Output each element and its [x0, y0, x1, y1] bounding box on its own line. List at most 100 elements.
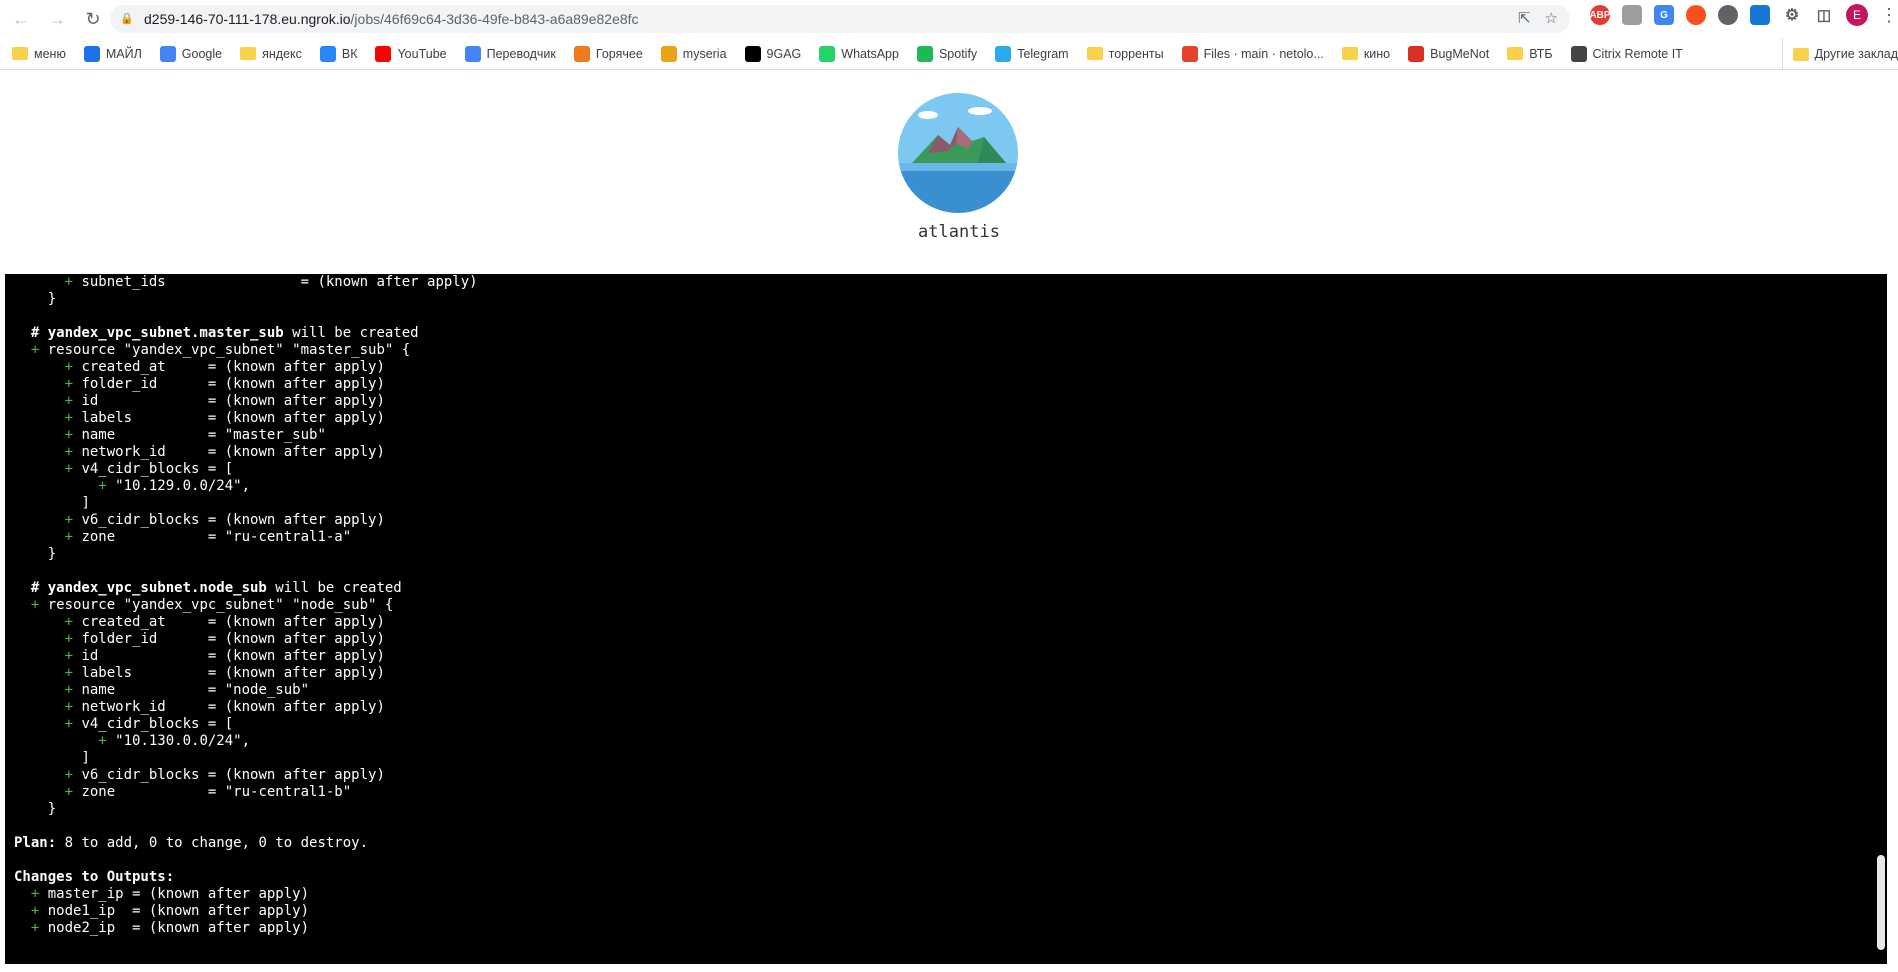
bookmark-item[interactable]: WhatsApp [819, 45, 899, 62]
sidepanel-icon[interactable]: ◫ [1814, 5, 1834, 25]
globe-icon[interactable] [1718, 5, 1738, 25]
bookmark-label: Citrix Remote IT [1592, 46, 1683, 61]
bookmark-item[interactable]: YouTube [375, 45, 447, 62]
bookmark-item[interactable]: кино [1341, 46, 1391, 61]
bookmark-item[interactable]: Telegram [995, 45, 1069, 62]
bookmark-label: ВТБ [1529, 46, 1553, 61]
bookmark-label: Горячее [595, 46, 643, 61]
bookmark-item[interactable]: Citrix Remote IT [1570, 45, 1683, 62]
plus-marker: + [64, 648, 74, 664]
puzzle-icon[interactable]: ⚙ [1782, 5, 1802, 25]
google-icon [159, 45, 176, 62]
pikabu-icon [573, 45, 590, 62]
app-title: atlantis [918, 222, 1000, 242]
terminal-line: + v4_cidr_blocks = [ [14, 716, 1887, 733]
terminal-text-segment: master_ip = (known after apply) [39, 886, 310, 902]
page-bottom [0, 964, 1898, 972]
translate-icon [464, 45, 481, 62]
folder-icon [1507, 47, 1524, 60]
bookmark-item[interactable]: ВК [319, 45, 357, 62]
share-icon[interactable]: ⇱ [1518, 9, 1531, 27]
terminal-line: + "10.130.0.0/24", [14, 733, 1887, 750]
plus-marker: + [64, 767, 74, 783]
adblock-icon[interactable]: ABP [1589, 5, 1611, 25]
terminal-line: # yandex_vpc_subnet.node_sub will be cre… [14, 580, 1887, 597]
scrollbar[interactable] [1875, 274, 1887, 964]
bookmark-item[interactable]: Горячее [573, 45, 643, 62]
terminal-text: + subnet_ids = (known after apply) } # y… [5, 274, 1887, 937]
terminal-text-segment: id = (known after apply) [73, 648, 385, 664]
terminal-text-segment: network_id = (known after apply) [73, 699, 385, 715]
bookmark-item[interactable]: Spotify [916, 45, 978, 62]
address-bar[interactable]: 🔒 d259-146-70-111-178.eu.ngrok.io/jobs/4… [110, 5, 1570, 33]
red-ext-icon[interactable] [1686, 5, 1706, 25]
terminal-text-segment: v6_cidr_blocks = (known after apply) [73, 767, 385, 783]
myseria-icon [660, 45, 677, 62]
bookmark-item[interactable]: myseria [660, 45, 727, 62]
terminal-text-segment: subnet_ids = (known after apply) [73, 274, 478, 290]
terminal-text-segment: created_at = (known after apply) [73, 614, 385, 630]
vk-icon [319, 45, 336, 62]
other-bookmarks[interactable]: Другие заклад [1781, 38, 1898, 69]
bookmark-item[interactable]: меню [12, 47, 66, 61]
plus-marker: + [64, 682, 74, 698]
terminal-text-segment: v6_cidr_blocks = (known after apply) [73, 512, 385, 528]
bookmark-item[interactable]: МАЙЛ [83, 45, 142, 62]
bookmark-item[interactable]: Переводчик [464, 45, 556, 62]
bookmark-item[interactable]: торренты [1086, 47, 1164, 61]
terminal-line: + master_ip = (known after apply) [14, 886, 1887, 903]
terminal-line: # yandex_vpc_subnet.master_sub will be c… [14, 325, 1887, 342]
bookmark-item[interactable]: 9GAG [744, 45, 801, 62]
folder-icon [1341, 47, 1358, 60]
whatsapp-icon [819, 45, 836, 62]
bookmark-item[interactable]: Files · main · netolo... [1181, 45, 1324, 62]
back-arrow-icon[interactable]: ← [6, 4, 36, 34]
terminal-text-segment: labels = (known after apply) [73, 665, 385, 681]
forward-arrow-icon[interactable]: → [42, 4, 72, 34]
star-icon[interactable]: ☆ [1545, 9, 1558, 27]
terminal-line: + v6_cidr_blocks = (known after apply) [14, 767, 1887, 784]
terminal-text-segment: v4_cidr_blocks = [ [73, 716, 234, 732]
scrollbar-thumb[interactable] [1877, 855, 1885, 950]
folder-icon [1792, 47, 1809, 61]
terminal-line: + name = "node_sub" [14, 682, 1887, 699]
bookmark-item[interactable]: ВТБ [1507, 46, 1553, 61]
bookmark-item[interactable]: яндекс [240, 47, 302, 61]
terminal-line: + node2_ip = (known after apply) [14, 920, 1887, 937]
reload-icon[interactable]: ↻ [78, 4, 108, 34]
plus-marker: + [64, 444, 74, 460]
bookmark-label: Spotify [938, 46, 978, 61]
terminal-text-segment: zone = "ru-central1-a" [73, 529, 352, 545]
plan-output-terminal[interactable]: + subnet_ids = (known after apply) } # y… [5, 274, 1887, 964]
bookmark-item[interactable]: Google [159, 45, 222, 62]
terminal-line: + labels = (known after apply) [14, 410, 1887, 427]
telegram-icon [995, 45, 1012, 62]
terminal-line: + network_id = (known after apply) [14, 699, 1887, 716]
profile-avatar[interactable]: E [1846, 4, 1868, 26]
bookmark-item[interactable]: BugMeNot [1408, 45, 1489, 62]
terminal-line: + labels = (known after apply) [14, 665, 1887, 682]
translate-ext-icon[interactable]: G [1654, 5, 1674, 25]
screenshot-icon[interactable] [1750, 5, 1770, 25]
terminal-text-segment: node2_ip = (known after apply) [39, 920, 310, 936]
folder-icon [1086, 47, 1103, 60]
terminal-bold-text: Changes to Outputs: [14, 869, 175, 885]
terminal-line: + id = (known after apply) [14, 648, 1887, 665]
plus-marker: + [98, 733, 107, 749]
more-vert-icon[interactable]: ⋮ [1880, 5, 1898, 26]
plus-marker: + [64, 699, 74, 715]
bookmark-label: кино [1363, 46, 1391, 61]
terminal-text-segment: ] [81, 750, 90, 766]
bookmark-label: Files · main · netolo... [1203, 46, 1324, 61]
terminal-line: + created_at = (known after apply) [14, 614, 1887, 631]
bookmark-label: Telegram [1017, 46, 1069, 61]
folder-icon [12, 47, 28, 60]
folder-icon [240, 47, 257, 60]
terminal-line: + v6_cidr_blocks = (known after apply) [14, 512, 1887, 529]
terminal-line: } [14, 546, 1887, 563]
terminal-text-segment: folder_id = (known after apply) [73, 631, 385, 647]
bookmark-label: WhatsApp [841, 46, 899, 61]
image-icon[interactable] [1622, 5, 1642, 25]
terminal-text-segment: name = "master_sub" [73, 427, 326, 443]
